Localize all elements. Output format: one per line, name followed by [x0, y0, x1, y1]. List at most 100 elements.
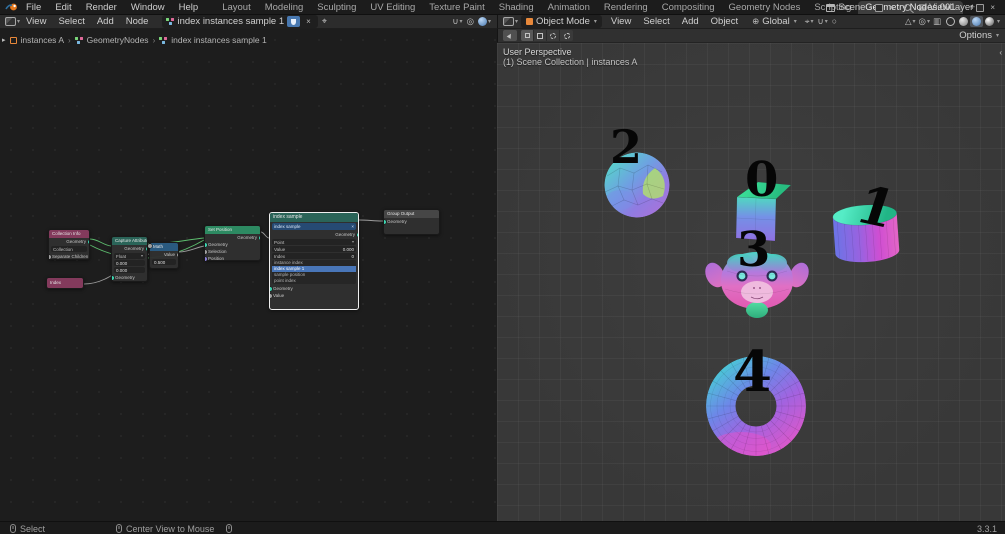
datablock-name-field[interactable]: index sample×	[272, 223, 356, 230]
scene-name[interactable]: Scene	[838, 2, 865, 13]
tab-modeling[interactable]: Modeling	[258, 1, 311, 14]
close-icon[interactable]: ×	[351, 224, 354, 229]
view-layer-selector[interactable]: ▤ ViewLayer ×	[915, 2, 1001, 13]
unlink-scene-button[interactable]: ×	[886, 3, 897, 12]
socket-geometry-in[interactable]	[270, 287, 272, 291]
node-title[interactable]: Set Position	[205, 226, 260, 234]
node-set-position[interactable]: Set Position Geometry Geometry Selection…	[204, 225, 261, 261]
tab-geometry-nodes[interactable]: Geometry Nodes	[722, 1, 808, 14]
node-collection-info[interactable]: Collection Info Geometry Collection Sepa…	[48, 229, 90, 260]
value-field[interactable]: 0.500	[152, 259, 176, 265]
menu-help[interactable]: Help	[172, 0, 206, 15]
node-math[interactable]: Math Value 0.500	[149, 242, 179, 269]
unlink-node-tree-button[interactable]: ×	[303, 17, 314, 26]
new-view-layer-icon[interactable]	[976, 4, 984, 12]
node-capture-attribute[interactable]: Capture Attribute Geometry Float▾ 0.000 …	[111, 236, 148, 282]
chevron-down-icon[interactable]: ▾	[515, 19, 518, 25]
chevron-down-icon[interactable]: ▾	[825, 19, 828, 25]
socket-geometry-in[interactable]	[205, 243, 207, 247]
node-title[interactable]: Index	[47, 278, 83, 288]
viewport-canvas[interactable]: User Perspective (1) Scene Collection | …	[497, 43, 1005, 521]
search-icon[interactable]	[904, 4, 911, 11]
shading-wireframe-button[interactable]	[944, 16, 957, 27]
domain-menu[interactable]: Point▾	[272, 239, 356, 245]
chevron-down-icon[interactable]: ▾	[927, 19, 930, 25]
mode-dropdown[interactable]: Object Mode ▾	[521, 15, 602, 28]
node-title[interactable]: Math	[150, 243, 178, 251]
active-tool-button[interactable]: ▶	[503, 30, 517, 41]
menu-select[interactable]: Select	[52, 16, 90, 27]
blender-logo[interactable]	[5, 2, 19, 12]
chevron-down-icon[interactable]: ▾	[913, 19, 916, 25]
snap-magnet-icon[interactable]: ∪	[452, 17, 458, 26]
tab-shading[interactable]: Shading	[492, 1, 541, 14]
chevron-down-icon[interactable]: ▾	[460, 19, 463, 25]
chevron-down-icon[interactable]: ▾	[811, 19, 814, 25]
socket-position-in[interactable]	[205, 257, 207, 261]
menu-view[interactable]: View	[20, 16, 52, 27]
transform-orientation-dropdown[interactable]: ⊕ Global ▾	[747, 15, 802, 28]
select-circle-button[interactable]	[547, 30, 560, 41]
index-label-cube[interactable]: 0	[745, 156, 778, 204]
remove-view-layer-button[interactable]: ×	[987, 3, 998, 12]
menu-view[interactable]: View	[605, 16, 637, 27]
view-layer-name[interactable]: ViewLayer	[929, 2, 973, 13]
tab-compositing[interactable]: Compositing	[655, 1, 722, 14]
tab-rendering[interactable]: Rendering	[597, 1, 655, 14]
node-index[interactable]: Index	[46, 277, 84, 289]
node-editor-canvas[interactable]: ▸ instances A › GeometryNodes › index in…	[0, 29, 497, 521]
tab-sculpting[interactable]: Sculpting	[310, 1, 363, 14]
menu-select[interactable]: Select	[637, 16, 675, 27]
new-scene-icon[interactable]	[875, 4, 883, 12]
node-title[interactable]: Capture Attribute	[112, 237, 147, 245]
snap-magnet-icon[interactable]: ∪	[818, 17, 824, 26]
fake-user-button[interactable]	[287, 16, 300, 27]
index-label-monkey[interactable]: 3	[737, 226, 770, 274]
pin-icon[interactable]: ⌖	[322, 17, 327, 26]
list-item[interactable]: point index	[272, 278, 356, 284]
tab-texture-paint[interactable]: Texture Paint	[422, 1, 491, 14]
socket-geometry-in[interactable]	[112, 276, 114, 280]
value-field[interactable]: 0.000	[114, 260, 145, 266]
index-label-torus[interactable]: 4	[733, 344, 772, 400]
scene-selector[interactable]: Scene ▾ ×	[823, 2, 900, 13]
socket-in[interactable]	[49, 255, 51, 259]
menu-render[interactable]: Render	[79, 0, 124, 15]
index-label-icosphere[interactable]: 2	[610, 124, 642, 170]
value-field[interactable]: 0.000	[114, 267, 145, 273]
editor-type-icon[interactable]	[503, 17, 514, 26]
pivot-point-icon[interactable]: ⌖	[805, 17, 810, 26]
value-field[interactable]: Value0.000	[272, 246, 356, 252]
socket-value-in[interactable]	[270, 294, 272, 298]
overlays-icon[interactable]: ◎	[467, 17, 474, 26]
socket-geometry-out[interactable]	[357, 233, 359, 237]
tab-uv-editing[interactable]: UV Editing	[363, 1, 422, 14]
node-tree-name-field[interactable]: index instances sample 1 ×	[162, 15, 317, 28]
chevron-down-icon[interactable]: ▾	[488, 19, 491, 25]
node-index-sample-selected[interactable]: index sample index sample× Geometry Poin…	[269, 212, 359, 310]
menu-add[interactable]: Add	[676, 16, 705, 27]
node-tree-name[interactable]: index instances sample 1	[177, 16, 284, 27]
node-group-output[interactable]: Group Output Geometry	[383, 209, 440, 235]
menu-add[interactable]: Add	[91, 16, 120, 27]
preview-sphere-icon[interactable]	[478, 17, 487, 26]
select-tweak-button[interactable]	[521, 30, 534, 41]
select-box-button[interactable]	[534, 30, 547, 41]
node-title[interactable]: Group Output	[384, 210, 439, 218]
chevron-down-icon[interactable]: ▾	[996, 33, 999, 39]
menu-file[interactable]: File	[19, 0, 48, 15]
editor-type-icon[interactable]	[5, 17, 16, 26]
socket-geometry-in[interactable]	[384, 220, 386, 224]
chevron-down-icon[interactable]: ▾	[869, 5, 872, 11]
menu-node[interactable]: Node	[120, 16, 155, 27]
chevron-down-icon[interactable]: ▾	[997, 19, 1000, 25]
overlays-icon[interactable]: ◎	[919, 17, 926, 26]
shading-solid-button[interactable]	[957, 16, 970, 27]
tool-options-dropdown[interactable]: Options	[959, 30, 992, 41]
menu-object[interactable]: Object	[705, 16, 744, 27]
menu-window[interactable]: Window	[124, 0, 172, 15]
collection-field[interactable]: Collection	[51, 246, 87, 252]
socket-value-out[interactable]	[177, 253, 179, 257]
shading-material-preview-button[interactable]	[970, 16, 983, 27]
index-field[interactable]: Index0	[272, 253, 356, 259]
